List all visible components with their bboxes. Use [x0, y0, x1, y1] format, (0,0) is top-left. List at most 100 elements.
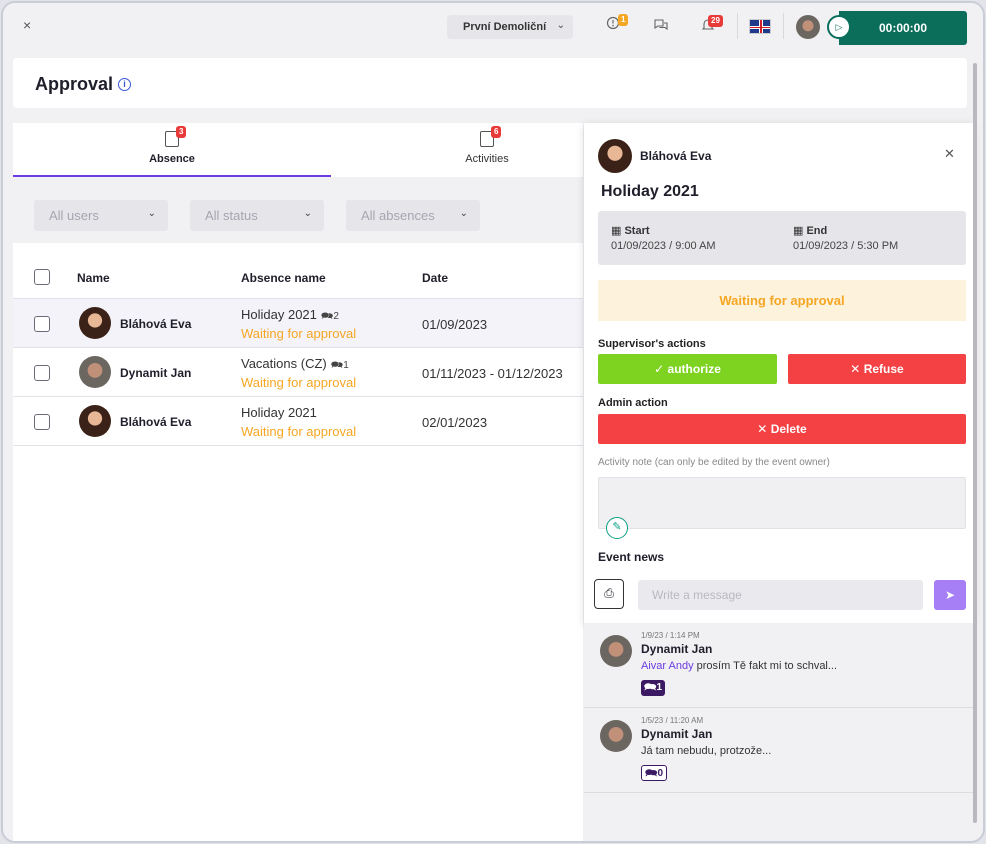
close-icon[interactable]: × [23, 17, 31, 33]
note-label: Activity note (can only be edited by the… [598, 457, 830, 468]
row-checkbox[interactable] [34, 365, 50, 381]
check-icon: ✓ [654, 362, 665, 376]
avatar [598, 139, 632, 173]
end-value: 01/09/2023 / 5:30 PM [793, 240, 899, 252]
news-author: Dynamit Jan [641, 642, 713, 656]
notifications-button[interactable]: 29 [701, 15, 723, 35]
status-banner: Waiting for approval [598, 280, 966, 321]
table-row[interactable]: Bláhová Eva Holiday 2021 Waiting for app… [13, 397, 583, 446]
x-icon: ✕ [757, 422, 768, 436]
news-item[interactable]: 1/9/23 / 1:14 PM Dynamit Jan Aivar Andy … [584, 623, 973, 708]
row-date: 02/01/2023 [422, 415, 488, 430]
reply-icon: 🗪 [644, 682, 657, 693]
table-row[interactable]: Bláhová Eva Holiday 2021 🗪2 Waiting for a… [13, 299, 583, 348]
company-select[interactable]: První Demoliční ⌄ [447, 15, 573, 39]
avatar [600, 635, 632, 667]
delete-button[interactable]: ✕ Delete [598, 414, 966, 444]
divider [783, 13, 784, 39]
news-mention[interactable]: Aivar Andy [641, 660, 694, 672]
close-icon[interactable]: ✕ [944, 146, 955, 162]
uk-flag-icon[interactable] [749, 19, 771, 34]
pencil-icon[interactable]: ✎ [606, 517, 628, 539]
scrollbar[interactable] [973, 63, 977, 823]
info-icon[interactable]: i [118, 78, 132, 91]
row-absence-name: Vacations (CZ) 🗪1 [241, 356, 349, 375]
attachment-icon[interactable]: ⎙ [594, 579, 624, 609]
start-block: ▦ Start 01/09/2023 / 9:00 AM [611, 224, 716, 252]
column-date: Date [422, 271, 449, 285]
end-label: End [806, 225, 828, 237]
title-card: Approval i [13, 58, 967, 108]
reply-icon: 🗪 [645, 768, 658, 779]
absences-filter[interactable]: All absences ⌄ [346, 200, 480, 231]
calendar-icon: ▦ [611, 225, 622, 237]
start-value: 01/09/2023 / 9:00 AM [611, 240, 716, 252]
calendar-icon: ▦ [793, 225, 804, 237]
alerts-button[interactable]: 1 [606, 14, 629, 33]
row-date: 01/11/2023 - 01/12/2023 [422, 366, 563, 381]
row-user-name: Bláhová Eva [120, 317, 192, 331]
row-user-name: Bláhová Eva [120, 415, 192, 429]
row-status: Waiting for approval [241, 326, 357, 341]
status-filter[interactable]: All status ⌄ [190, 200, 324, 231]
absence-text: Vacations (CZ) [241, 356, 327, 371]
end-block: ▦ End 01/09/2023 / 5:30 PM [793, 224, 898, 252]
row-absence-name: Holiday 2021 🗪2 [241, 307, 339, 326]
tab-absence-label: Absence [149, 153, 195, 165]
tab-activities-badge: 6 [491, 126, 502, 138]
chevron-down-icon: ⌄ [147, 208, 156, 219]
table-header: Name Absence name Date [13, 257, 583, 299]
absences-filter-label: All absences [361, 208, 435, 223]
chat-button[interactable] [653, 18, 669, 35]
reply-count: 0 [657, 768, 664, 779]
authorize-button[interactable]: ✓ authorize [598, 354, 777, 384]
detail-title: Holiday 2021 [601, 183, 699, 200]
divider [737, 13, 738, 39]
send-icon[interactable]: ➤ [934, 580, 966, 610]
news-time: 1/9/23 / 1:14 PM [641, 631, 700, 640]
delete-label: Delete [770, 422, 807, 436]
user-avatar[interactable] [796, 15, 820, 39]
reply-count: 1 [656, 682, 663, 693]
avatar [600, 720, 632, 752]
play-icon[interactable]: ▷ [827, 15, 851, 39]
reply-count-badge[interactable]: 🗪0 [641, 765, 668, 781]
refuse-button[interactable]: ✕ Refuse [788, 354, 966, 384]
page-title-text: Approval [35, 74, 114, 94]
top-bar: × První Demoliční ⌄ 1 29 ▷ 00:00:00 [3, 3, 983, 49]
chevron-down-icon: ⌄ [459, 208, 468, 219]
select-all-checkbox[interactable] [34, 269, 50, 285]
comment-count: 🗪1 [331, 360, 349, 371]
absence-text: Holiday 2021 [241, 307, 317, 322]
news-item[interactable]: 1/5/23 / 11:20 AM Dynamit Jan Já tam neb… [584, 708, 973, 793]
column-name: Name [77, 271, 110, 285]
authorize-label: authorize [667, 362, 721, 376]
time-tracker[interactable]: 00:00:00 [839, 11, 967, 45]
tab-absence[interactable]: 3 Absence [13, 123, 331, 177]
avatar [79, 307, 111, 339]
users-filter[interactable]: All users ⌄ [34, 200, 168, 231]
app-window: × První Demoliční ⌄ 1 29 ▷ 00:00:00 Appr… [1, 1, 985, 843]
detail-user-name: Bláhová Eva [640, 149, 712, 163]
row-checkbox[interactable] [34, 316, 50, 332]
activity-note-field [598, 477, 966, 529]
message-input[interactable] [638, 580, 923, 610]
comment-count-value: 2 [333, 311, 339, 322]
approval-list-panel: 3 Absence 6 Activities All users ⌄ All s… [13, 123, 583, 841]
row-status: Waiting for approval [241, 424, 357, 439]
reply-count-badge[interactable]: 🗪1 [641, 680, 666, 696]
comment-count: 🗪2 [321, 311, 339, 322]
table-row[interactable]: Dynamit Jan Vacations (CZ) 🗪1 Waiting for… [13, 348, 583, 397]
column-absence-name: Absence name [241, 271, 326, 285]
absence-detail-panel: Bláhová Eva ✕ Holiday 2021 ▦ Start 01/09… [584, 123, 973, 623]
comment-icon: 🗪 [320, 311, 334, 322]
notifications-badge: 29 [708, 15, 723, 27]
news-time: 1/5/23 / 11:20 AM [641, 716, 704, 725]
row-checkbox[interactable] [34, 414, 50, 430]
row-user-name: Dynamit Jan [120, 366, 192, 380]
tab-absence-badge: 3 [176, 126, 187, 138]
alerts-badge: 1 [618, 14, 629, 26]
supervisor-actions-label: Supervisor's actions [598, 338, 706, 350]
refuse-label: Refuse [863, 362, 904, 376]
news-author: Dynamit Jan [641, 727, 713, 741]
